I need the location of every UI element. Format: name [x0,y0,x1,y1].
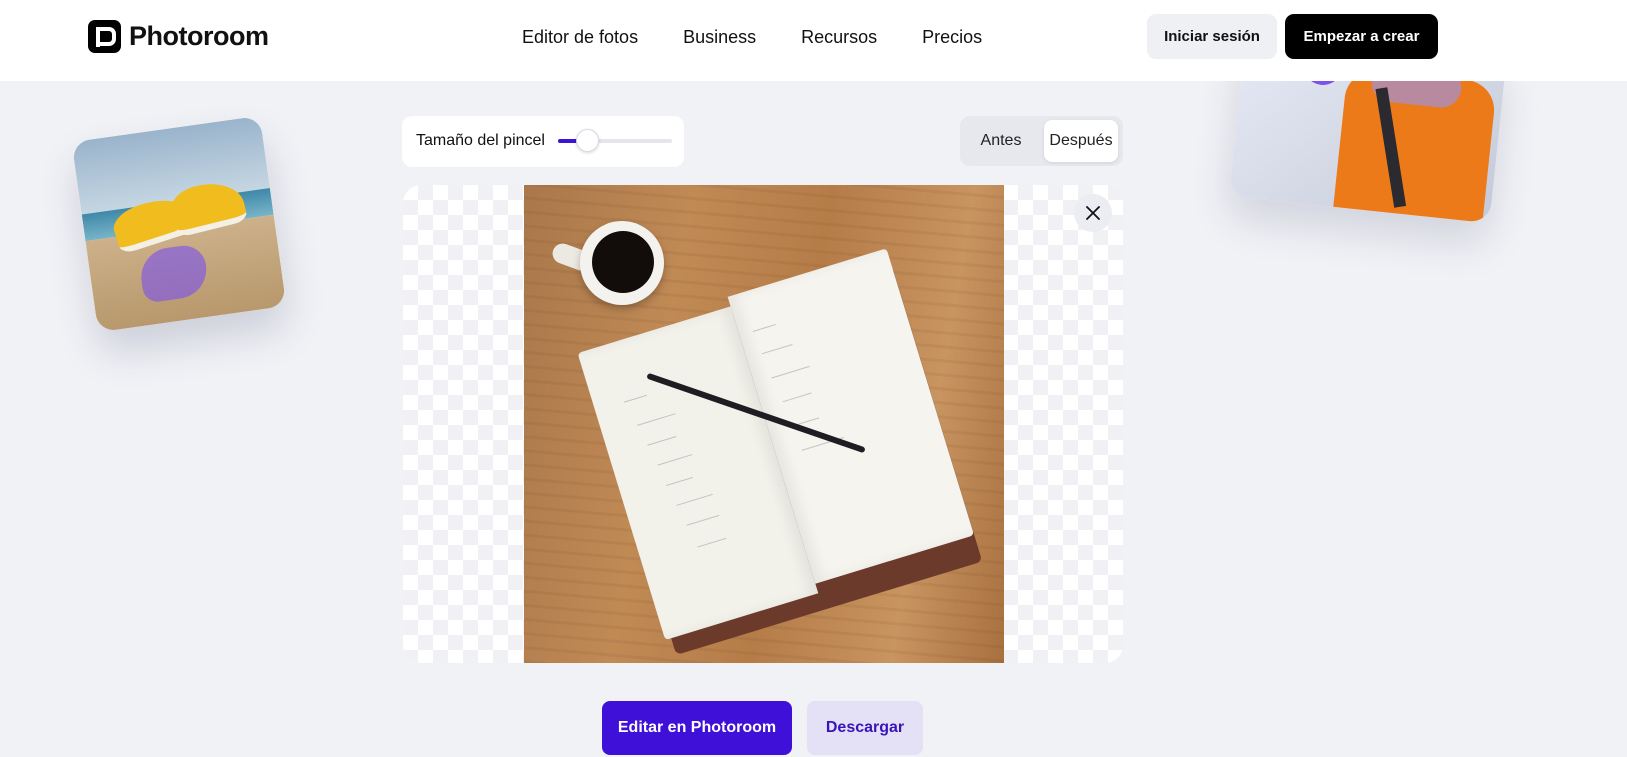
brush-size-panel: Tamaño del pincel [402,116,684,167]
edited-photo [524,185,1004,663]
decorative-shoes-image [71,115,287,333]
edit-in-photoroom-button[interactable]: Editar en Photoroom [602,701,792,755]
brush-size-label: Tamaño del pincel [416,132,545,149]
coffee-cup [580,221,664,305]
photoroom-logo-icon [88,20,121,53]
slider-handle[interactable] [575,129,599,152]
editor-canvas[interactable] [403,185,1123,663]
login-button[interactable]: Iniciar sesión [1147,14,1277,59]
nav-item-business[interactable]: Business [683,27,756,48]
main-nav: Editor de fotos Business Recursos Precio… [522,27,982,48]
brand-logo[interactable]: Photoroom [88,20,269,53]
toggle-after[interactable]: Después [1044,120,1118,162]
nav-item-precios[interactable]: Precios [922,27,982,48]
download-button[interactable]: Descargar [807,701,923,755]
toggle-before[interactable]: Antes [964,120,1038,162]
start-creating-button[interactable]: Empezar a crear [1285,14,1438,59]
site-header: Photoroom Editor de fotos Business Recur… [0,0,1627,81]
before-after-toggle: Antes Después [960,116,1123,166]
nav-item-recursos[interactable]: Recursos [801,27,877,48]
close-icon [1086,206,1100,220]
brand-name: Photoroom [129,21,269,51]
nav-item-editor-de-fotos[interactable]: Editor de fotos [522,27,638,48]
close-button[interactable] [1074,194,1112,232]
